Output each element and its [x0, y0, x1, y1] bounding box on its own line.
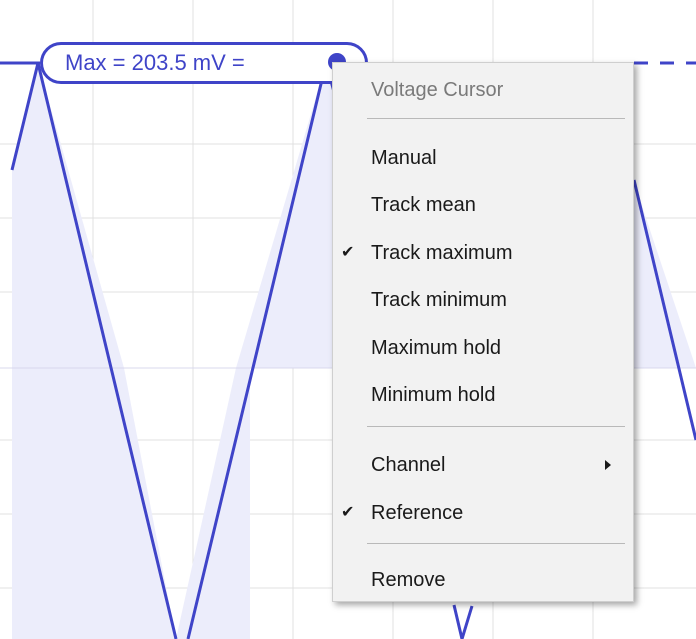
menu-item-maximum-hold[interactable]: Maximum hold [333, 325, 633, 371]
menu-item-channel[interactable]: Channel [333, 442, 633, 488]
checkmark-icon: ✔ [341, 504, 355, 521]
menu-item-track-minimum[interactable]: Track minimum [333, 277, 633, 323]
menu-item-minimum-hold[interactable]: Minimum hold [333, 372, 633, 418]
menu-item-reference[interactable]: ✔ Reference [333, 490, 633, 536]
waveform-fill-lower-left [12, 368, 176, 639]
menu-item-track-maximum[interactable]: ✔ Track maximum [333, 230, 633, 276]
voltage-cursor-label[interactable]: Max = 203.5 mV = [40, 42, 368, 84]
menu-item-track-mean[interactable]: Track mean [333, 182, 633, 228]
menu-item-remove[interactable]: Remove [333, 557, 633, 603]
menu-separator [367, 543, 625, 544]
checkmark-icon: ✔ [341, 244, 355, 261]
chevron-right-icon [605, 460, 611, 470]
waveform-trace-bottom [452, 604, 474, 639]
menu-title: Voltage Cursor [371, 79, 504, 101]
menu-separator [367, 426, 625, 427]
cursor-value-text: Max = 203.5 mV = [65, 50, 245, 75]
waveform-fill-lower-mid [176, 368, 250, 639]
context-menu: Voltage Cursor Manual Track mean ✔ Track… [332, 62, 634, 602]
menu-separator [367, 118, 625, 119]
waveform-fill-upper [12, 63, 124, 368]
menu-item-manual[interactable]: Manual [333, 135, 633, 181]
